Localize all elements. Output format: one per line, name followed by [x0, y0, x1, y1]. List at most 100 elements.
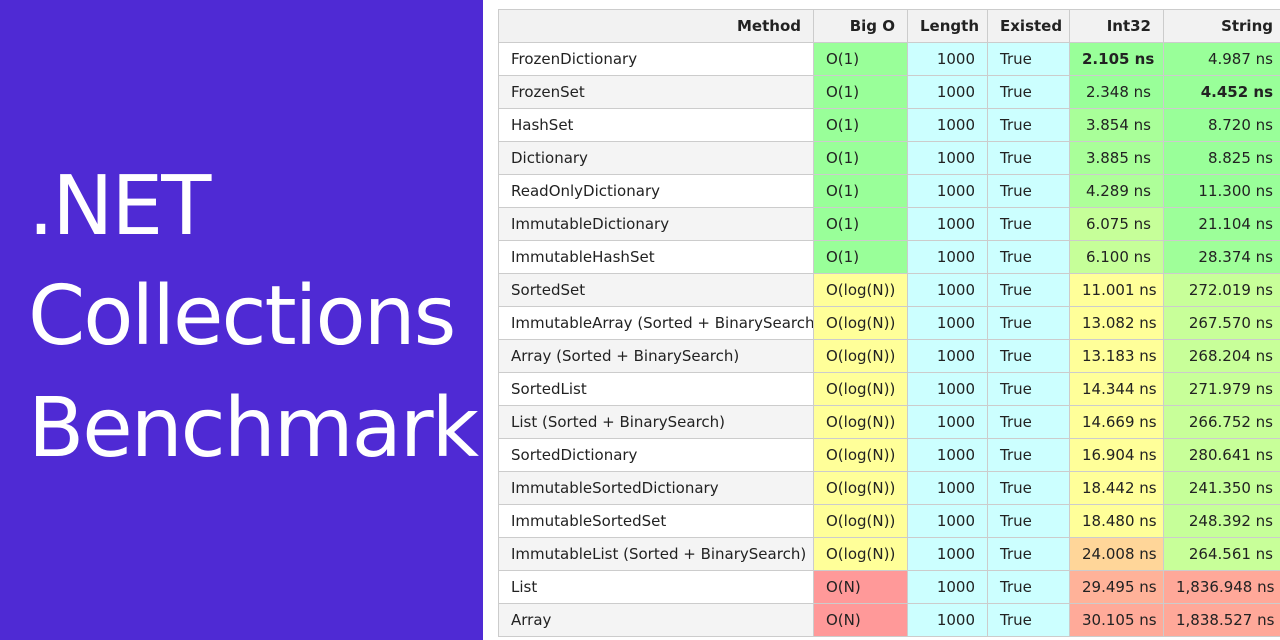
cell-method: ImmutableDictionary: [498, 207, 814, 241]
cell-string: 4.987 ns: [1163, 42, 1280, 76]
cell-existed: True: [987, 207, 1070, 241]
cell-length: 1000: [907, 438, 988, 472]
cell-method: Array: [498, 603, 814, 637]
cell-string: 21.104 ns: [1163, 207, 1280, 241]
cell-big-o: O(log(N)): [813, 438, 908, 472]
cell-method: Array (Sorted + BinarySearch): [498, 339, 814, 373]
cell-method: HashSet: [498, 108, 814, 142]
header-string: String: [1163, 9, 1280, 43]
table-row: Dictionary O(1) 1000 True 3.885 ns 8.825 ns: [498, 141, 1280, 175]
table-row: ImmutableDictionary O(1) 1000 True 6.075 ns 2…: [498, 207, 1280, 241]
cell-length: 1000: [907, 240, 988, 274]
cell-string: 8.825 ns: [1163, 141, 1280, 175]
cell-big-o: O(log(N)): [813, 504, 908, 538]
cell-int32: 13.183 ns: [1069, 339, 1164, 373]
cell-length: 1000: [907, 306, 988, 340]
cell-big-o: O(1): [813, 174, 908, 208]
benchmark-table: Method Big O Length Existed Int32 String…: [498, 9, 1280, 637]
cell-method: List (Sorted + BinarySearch): [498, 405, 814, 439]
cell-string: 28.374 ns: [1163, 240, 1280, 274]
table-row: SortedList O(log(N)) 1000 True 14.344 ns 271.…: [498, 372, 1280, 406]
cell-big-o: O(log(N)): [813, 537, 908, 571]
header-method: Method: [498, 9, 814, 43]
cell-length: 1000: [907, 405, 988, 439]
table-row: SortedDictionary O(log(N)) 1000 True 16.904 …: [498, 438, 1280, 472]
header-big-o: Big O: [813, 9, 908, 43]
title-line-collections: Collections: [28, 269, 456, 364]
cell-method: ReadOnlyDictionary: [498, 174, 814, 208]
cell-string: 248.392 ns: [1163, 504, 1280, 538]
cell-string: 271.979 ns: [1163, 372, 1280, 406]
cell-length: 1000: [907, 174, 988, 208]
cell-int32: 30.105 ns: [1069, 603, 1164, 637]
cell-int32: 29.495 ns: [1069, 570, 1164, 604]
title-line-benchmark: Benchmark: [28, 381, 479, 476]
cell-existed: True: [987, 75, 1070, 109]
table-row: ImmutableSortedSet O(log(N)) 1000 True 18.48…: [498, 504, 1280, 538]
cell-big-o: O(log(N)): [813, 273, 908, 307]
cell-string: 11.300 ns: [1163, 174, 1280, 208]
table-row: ImmutableSortedDictionary O(log(N)) 1000 Tr…: [498, 471, 1280, 505]
cell-big-o: O(log(N)): [813, 471, 908, 505]
cell-existed: True: [987, 240, 1070, 274]
cell-length: 1000: [907, 537, 988, 571]
cell-method: ImmutableSortedSet: [498, 504, 814, 538]
cell-length: 1000: [907, 504, 988, 538]
cell-existed: True: [987, 471, 1070, 505]
header-existed: Existed: [987, 9, 1070, 43]
cell-int32: 18.480 ns: [1069, 504, 1164, 538]
cell-existed: True: [987, 108, 1070, 142]
cell-big-o: O(log(N)): [813, 405, 908, 439]
cell-big-o: O(log(N)): [813, 372, 908, 406]
cell-method: ImmutableList (Sorted + BinarySearch): [498, 537, 814, 571]
cell-string: 8.720 ns: [1163, 108, 1280, 142]
cell-int32: 6.075 ns: [1069, 207, 1164, 241]
table-row: Array (Sorted + BinarySearch) O(log(N)) 10…: [498, 339, 1280, 373]
cell-length: 1000: [907, 339, 988, 373]
cell-method: FrozenSet: [498, 75, 814, 109]
cell-length: 1000: [907, 603, 988, 637]
table-row: FrozenDictionary O(1) 1000 True 2.105 ns 4.98…: [498, 42, 1280, 76]
title-panel: .NET Collections Benchmark: [0, 0, 483, 640]
cell-int32: 2.348 ns: [1069, 75, 1164, 109]
cell-method: SortedSet: [498, 273, 814, 307]
cell-int32: 24.008 ns: [1069, 537, 1164, 571]
header-int32: Int32: [1069, 9, 1164, 43]
table-row: List (Sorted + BinarySearch) O(log(N)) 100…: [498, 405, 1280, 439]
cell-string: 1,836.948 ns: [1163, 570, 1280, 604]
table-row: List O(N) 1000 True 29.495 ns 1,836.948 ns: [498, 570, 1280, 604]
cell-string: 4.452 ns: [1163, 75, 1280, 109]
cell-length: 1000: [907, 471, 988, 505]
cell-method: ImmutableHashSet: [498, 240, 814, 274]
cell-existed: True: [987, 504, 1070, 538]
cell-string: 280.641 ns: [1163, 438, 1280, 472]
cell-big-o: O(N): [813, 603, 908, 637]
cell-big-o: O(1): [813, 42, 908, 76]
cell-length: 1000: [907, 108, 988, 142]
cell-string: 1,838.527 ns: [1163, 603, 1280, 637]
table-row: FrozenSet O(1) 1000 True 2.348 ns 4.452 ns: [498, 75, 1280, 109]
cell-existed: True: [987, 438, 1070, 472]
cell-string: 272.019 ns: [1163, 273, 1280, 307]
cell-method: List: [498, 570, 814, 604]
cell-existed: True: [987, 174, 1070, 208]
cell-existed: True: [987, 603, 1070, 637]
cell-big-o: O(log(N)): [813, 339, 908, 373]
benchmark-table-container: Method Big O Length Existed Int32 String…: [498, 9, 1280, 640]
cell-int32: 11.001 ns: [1069, 273, 1164, 307]
cell-big-o: O(N): [813, 570, 908, 604]
cell-existed: True: [987, 405, 1070, 439]
cell-int32: 2.105 ns: [1069, 42, 1164, 76]
cell-int32: 3.854 ns: [1069, 108, 1164, 142]
cell-int32: 13.082 ns: [1069, 306, 1164, 340]
cell-method: ImmutableArray (Sorted + BinarySearch): [498, 306, 814, 340]
cell-existed: True: [987, 570, 1070, 604]
table-row: SortedSet O(log(N)) 1000 True 11.001 ns 272.0…: [498, 273, 1280, 307]
cell-length: 1000: [907, 273, 988, 307]
cell-string: 264.561 ns: [1163, 537, 1280, 571]
cell-big-o: O(1): [813, 75, 908, 109]
header-length: Length: [907, 9, 988, 43]
cell-int32: 14.669 ns: [1069, 405, 1164, 439]
cell-method: ImmutableSortedDictionary: [498, 471, 814, 505]
cell-existed: True: [987, 372, 1070, 406]
